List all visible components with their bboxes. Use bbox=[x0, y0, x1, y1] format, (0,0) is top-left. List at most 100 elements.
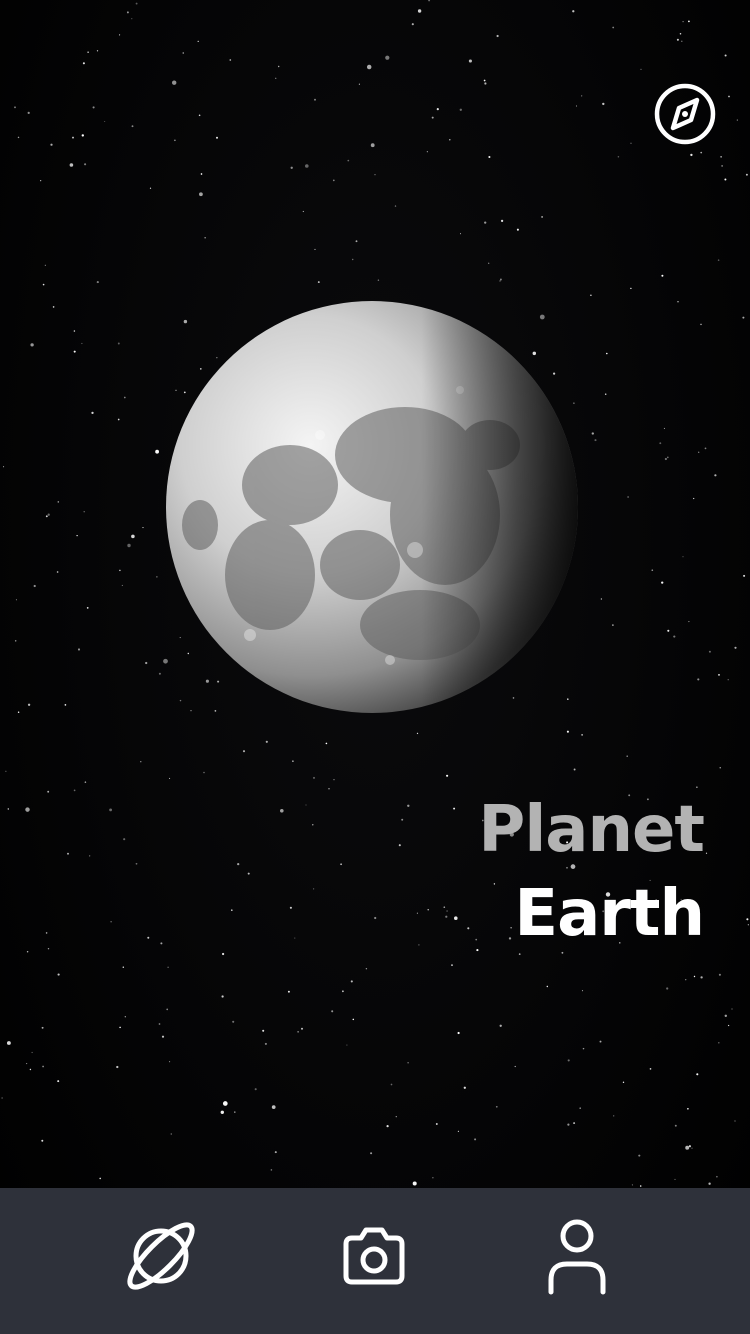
star bbox=[446, 910, 448, 912]
star bbox=[50, 143, 53, 146]
star bbox=[124, 1016, 126, 1018]
star bbox=[86, 607, 89, 609]
star bbox=[166, 1008, 169, 1011]
star bbox=[679, 32, 682, 35]
star bbox=[459, 233, 462, 235]
star bbox=[727, 679, 729, 681]
star bbox=[561, 951, 564, 954]
star bbox=[488, 262, 490, 264]
star bbox=[198, 114, 201, 117]
star bbox=[724, 1014, 727, 1017]
star bbox=[736, 119, 738, 121]
star bbox=[567, 1123, 570, 1126]
tab-planet[interactable] bbox=[121, 1216, 201, 1296]
star bbox=[155, 449, 159, 454]
star bbox=[119, 34, 121, 36]
star bbox=[45, 515, 48, 518]
star bbox=[69, 163, 74, 167]
star bbox=[743, 574, 746, 577]
star bbox=[401, 818, 404, 821]
star bbox=[325, 742, 328, 745]
star bbox=[691, 1147, 693, 1149]
star bbox=[386, 1124, 389, 1128]
star bbox=[431, 116, 434, 119]
star bbox=[727, 1024, 730, 1027]
star bbox=[81, 134, 84, 137]
star bbox=[666, 987, 669, 990]
star bbox=[346, 1044, 348, 1046]
star bbox=[29, 1068, 32, 1071]
compass-icon bbox=[654, 83, 716, 145]
star bbox=[96, 281, 99, 284]
star bbox=[42, 283, 45, 286]
star bbox=[110, 921, 112, 923]
star bbox=[468, 59, 472, 63]
star bbox=[630, 142, 632, 144]
star bbox=[56, 571, 59, 573]
star bbox=[688, 1145, 692, 1148]
star bbox=[40, 180, 42, 182]
star bbox=[300, 1027, 304, 1030]
compass-button[interactable] bbox=[653, 82, 717, 146]
star bbox=[156, 576, 158, 578]
star bbox=[516, 228, 519, 231]
star bbox=[370, 143, 375, 148]
star bbox=[126, 11, 129, 14]
star bbox=[121, 584, 123, 586]
star bbox=[474, 1138, 477, 1141]
star bbox=[742, 316, 745, 319]
star bbox=[638, 1154, 641, 1157]
star bbox=[7, 808, 10, 810]
star bbox=[475, 938, 478, 941]
star bbox=[332, 179, 335, 182]
star bbox=[432, 1177, 434, 1179]
star bbox=[317, 281, 320, 284]
star bbox=[340, 863, 342, 866]
star bbox=[484, 221, 487, 224]
tab-profile[interactable] bbox=[537, 1216, 617, 1296]
star bbox=[685, 1145, 690, 1150]
star bbox=[417, 9, 422, 13]
star bbox=[676, 38, 679, 41]
star bbox=[412, 1181, 417, 1186]
star bbox=[221, 952, 225, 956]
star bbox=[626, 755, 628, 757]
star bbox=[398, 844, 401, 847]
star bbox=[99, 1177, 102, 1180]
star bbox=[613, 1115, 615, 1117]
tab-camera[interactable] bbox=[334, 1216, 414, 1296]
star bbox=[582, 1047, 585, 1050]
star bbox=[119, 1026, 121, 1029]
star bbox=[302, 210, 304, 213]
star bbox=[3, 466, 5, 468]
star bbox=[484, 82, 487, 85]
star bbox=[123, 396, 126, 399]
star bbox=[5, 770, 7, 772]
star bbox=[328, 788, 330, 790]
star bbox=[147, 936, 150, 939]
star bbox=[459, 108, 462, 111]
star bbox=[45, 932, 48, 934]
star bbox=[314, 98, 316, 101]
star bbox=[149, 187, 152, 189]
star bbox=[724, 54, 727, 57]
star bbox=[247, 872, 250, 875]
star bbox=[174, 139, 176, 142]
star bbox=[500, 219, 504, 223]
star bbox=[649, 1068, 652, 1070]
star bbox=[451, 964, 453, 966]
star bbox=[1, 1097, 3, 1099]
star bbox=[73, 789, 76, 792]
star bbox=[135, 862, 138, 865]
star bbox=[572, 10, 575, 13]
star bbox=[591, 432, 594, 435]
star bbox=[630, 287, 632, 290]
star bbox=[463, 1086, 466, 1089]
star bbox=[26, 951, 29, 953]
star bbox=[443, 906, 446, 909]
star bbox=[499, 278, 502, 281]
star bbox=[234, 1111, 236, 1113]
star bbox=[52, 306, 55, 308]
star bbox=[708, 1182, 711, 1185]
star bbox=[567, 1059, 570, 1062]
